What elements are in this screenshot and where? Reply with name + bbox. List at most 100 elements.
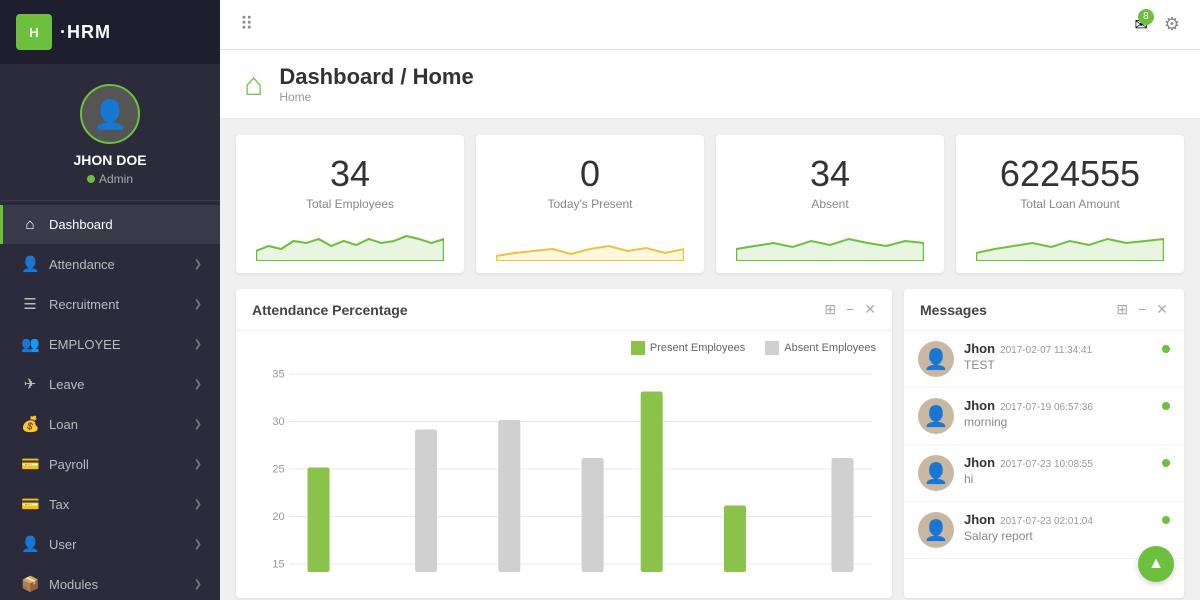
expand-icon[interactable]: ⊞ — [1116, 301, 1128, 318]
message-content: Jhon 2017-07-19 06:57:36 morning — [964, 398, 1152, 429]
svg-text:15: 15 — [272, 558, 284, 570]
legend-color — [631, 341, 645, 355]
close-icon[interactable]: ✕ — [864, 301, 876, 318]
nav-icon-tax: 💳 — [21, 495, 39, 513]
bar-absent — [498, 420, 520, 572]
message-text: hi — [964, 472, 1152, 486]
sidebar-item-leave[interactable]: ✈ Leave ❯ — [0, 364, 220, 404]
close-icon[interactable]: ✕ — [1156, 301, 1168, 318]
legend-item: Present Employees — [631, 341, 745, 355]
nav-label-tax: Tax — [49, 497, 69, 512]
sidebar-item-loan[interactable]: 💰 Loan ❯ — [0, 404, 220, 444]
page-breadcrumb: Home — [279, 90, 473, 104]
messages-panel: Messages ⊞ − ✕ 👤 Jhon 2017-02-07 11:34:4… — [904, 289, 1184, 598]
message-header: Jhon 2017-07-19 06:57:36 — [964, 398, 1152, 413]
message-unread-dot — [1162, 402, 1170, 410]
sparkline — [256, 221, 444, 261]
logo-icon: H — [16, 14, 52, 50]
message-content: Jhon 2017-07-23 02:01:04 Salary report — [964, 512, 1152, 543]
sidebar: H ·HRM 👤 JHON DOE Admin ⌂ Dashboard 👤 At… — [0, 0, 220, 600]
sidebar-item-attendance[interactable]: 👤 Attendance ❯ — [0, 244, 220, 284]
attendance-body: Present Employees Absent Employees 35302… — [236, 331, 892, 598]
page-header: ⌂ Dashboard / Home Home — [220, 50, 1200, 119]
dashboard-content: 34 Total Employees 0 Today's Present 34 … — [220, 119, 1200, 600]
expand-icon[interactable]: ⊞ — [824, 301, 836, 318]
bar-absent — [831, 458, 853, 572]
nav-arrow-recruitment: ❯ — [194, 299, 202, 310]
bar-present — [641, 392, 663, 573]
nav-arrow-tax: ❯ — [194, 499, 202, 510]
attendance-header: Attendance Percentage ⊞ − ✕ — [236, 289, 892, 331]
sidebar-item-recruitment[interactable]: ☰ Recruitment ❯ — [0, 284, 220, 324]
nav-icon-leave: ✈ — [21, 375, 39, 393]
page-title-block: Dashboard / Home Home — [279, 64, 473, 104]
mail-icon-wrap[interactable]: ✉ 8 — [1134, 15, 1147, 35]
topbar: ⠿ ✉ 8 ⚙ — [220, 0, 1200, 50]
message-avatar: 👤 — [918, 512, 954, 548]
bar-present — [308, 468, 330, 573]
bar-absent — [415, 430, 437, 573]
message-avatar: 👤 — [918, 455, 954, 491]
message-unread-dot — [1162, 345, 1170, 353]
sidebar-item-modules[interactable]: 📦 Modules ❯ — [0, 564, 220, 600]
nav-icon-employee: 👥 — [21, 335, 39, 353]
message-item[interactable]: 👤 Jhon 2017-07-19 06:57:36 morning — [904, 388, 1184, 445]
sidebar-item-tax[interactable]: 💳 Tax ❯ — [0, 484, 220, 524]
stat-label: Absent — [811, 197, 848, 211]
nav-label-payroll: Payroll — [49, 457, 89, 472]
chart-legend: Present Employees Absent Employees — [252, 341, 876, 355]
avatar: 👤 — [80, 84, 140, 144]
stat-cards: 34 Total Employees 0 Today's Present 34 … — [236, 135, 1184, 273]
stat-label: Today's Present — [547, 197, 632, 211]
sidebar-item-user[interactable]: 👤 User ❯ — [0, 524, 220, 564]
svg-text:25: 25 — [272, 463, 284, 475]
role-status-dot — [87, 175, 95, 183]
messages-wrapper: 👤 Jhon 2017-02-07 11:34:41 TEST 👤 Jhon 2… — [904, 331, 1184, 598]
sidebar-nav: ⌂ Dashboard 👤 Attendance ❯ ☰ Recruitment… — [0, 201, 220, 600]
stat-number: 0 — [580, 153, 600, 195]
message-sender: Jhon — [964, 512, 995, 527]
nav-icon-payroll: 💳 — [21, 455, 39, 473]
stat-label: Total Loan Amount — [1020, 197, 1119, 211]
sidebar-logo[interactable]: H ·HRM — [0, 0, 220, 64]
home-icon: ⌂ — [244, 66, 263, 103]
sparkline — [736, 221, 924, 261]
message-time: 2017-07-23 10:08:55 — [1000, 459, 1093, 470]
sparkline — [496, 221, 684, 261]
minimize-icon[interactable]: − — [846, 301, 854, 318]
stat-number: 34 — [810, 153, 850, 195]
minimize-icon[interactable]: − — [1138, 301, 1146, 318]
profile-role: Admin — [87, 172, 133, 186]
bar-chart-wrap: 3530252015 — [252, 363, 876, 588]
message-content: Jhon 2017-07-23 10:08:55 hi — [964, 455, 1152, 486]
nav-label-recruitment: Recruitment — [49, 297, 119, 312]
message-text: Salary report — [964, 529, 1152, 543]
scroll-up-button[interactable]: ▲ — [1138, 546, 1174, 582]
grid-icon[interactable]: ⠿ — [240, 14, 253, 35]
profile-name: JHON DOE — [73, 152, 146, 168]
nav-label-employee: EMPLOYEE — [49, 337, 121, 352]
sidebar-profile: 👤 JHON DOE Admin — [0, 64, 220, 201]
svg-text:35: 35 — [272, 368, 284, 380]
bottom-row: Attendance Percentage ⊞ − ✕ Present Empl… — [236, 289, 1184, 598]
legend-item: Absent Employees — [765, 341, 876, 355]
stat-card: 6224555 Total Loan Amount — [956, 135, 1184, 273]
message-time: 2017-07-19 06:57:36 — [1000, 402, 1093, 413]
sidebar-item-payroll[interactable]: 💳 Payroll ❯ — [0, 444, 220, 484]
message-avatar: 👤 — [918, 398, 954, 434]
message-header: Jhon 2017-02-07 11:34:41 — [964, 341, 1152, 356]
logo-text: ·HRM — [60, 22, 111, 43]
message-item[interactable]: 👤 Jhon 2017-07-23 10:08:55 hi — [904, 445, 1184, 502]
sidebar-item-employee[interactable]: 👥 EMPLOYEE ❯ — [0, 324, 220, 364]
topbar-left: ⠿ — [240, 14, 253, 35]
nav-icon-loan: 💰 — [21, 415, 39, 433]
legend-label: Present Employees — [650, 342, 745, 354]
gear-icon[interactable]: ⚙ — [1164, 14, 1180, 35]
bar-chart: 3530252015 — [252, 363, 876, 583]
bar-absent — [582, 458, 604, 572]
role-label: Admin — [99, 172, 133, 186]
sidebar-item-dashboard[interactable]: ⌂ Dashboard — [0, 205, 220, 244]
message-item[interactable]: 👤 Jhon 2017-02-07 11:34:41 TEST — [904, 331, 1184, 388]
message-item[interactable]: 👤 Jhon 2017-07-23 02:01:04 Salary report — [904, 502, 1184, 559]
message-sender: Jhon — [964, 455, 995, 470]
